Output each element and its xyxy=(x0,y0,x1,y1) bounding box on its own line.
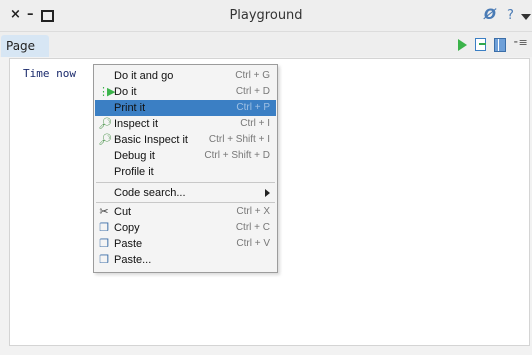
menu-item-label: Do it xyxy=(114,86,137,98)
play-icon[interactable] xyxy=(458,39,467,51)
doit-icon: ▶ xyxy=(98,86,115,98)
menu-item-profile-it[interactable]: Profile it xyxy=(95,164,276,180)
inspect-icon: 🔎︎ xyxy=(98,118,112,130)
menu-item-label: Inspect it xyxy=(114,118,159,130)
menu-item-shortcut: Ctrl + C xyxy=(235,222,270,233)
paste-icon: ❐ xyxy=(99,254,109,266)
menu-item-inspect-it[interactable]: 🔎︎ Inspect it Ctrl + I xyxy=(95,116,276,132)
menu-item-shortcut: Ctrl + Shift + I xyxy=(208,134,270,145)
menu-item-label: Copy xyxy=(114,222,140,234)
menu-item-label: Do it and go xyxy=(114,70,174,82)
title-bar[interactable]: × – Playground Ø ? xyxy=(0,0,532,32)
tab-page[interactable]: Page xyxy=(1,35,49,57)
menu-item-label: Profile it xyxy=(114,166,154,178)
menu-item-label: Basic Inspect it xyxy=(114,134,188,146)
menu-item-shortcut: Ctrl + G xyxy=(235,70,270,81)
menu-separator xyxy=(96,182,275,183)
menu-separator xyxy=(96,202,275,203)
playground-toolbar: ⁃≡ xyxy=(446,36,532,52)
menu-item-label: Code search... xyxy=(114,187,186,199)
context-menu: Do it and go Ctrl + G ▶ Do it Ctrl + D P… xyxy=(93,64,278,273)
menu-item-print-it[interactable]: Print it Ctrl + P xyxy=(95,100,276,116)
export-icon[interactable] xyxy=(475,38,486,51)
pin-icon[interactable]: Ø xyxy=(484,7,496,23)
menu-item-code-search[interactable]: Code search... xyxy=(95,185,276,201)
menu-item-copy[interactable]: ❐ Copy Ctrl + C xyxy=(95,220,276,236)
menu-item-shortcut: Ctrl + P xyxy=(236,102,270,113)
submenu-arrow-icon xyxy=(265,189,270,197)
menu-item-label: Cut xyxy=(114,206,132,218)
menu-item-label: Paste... xyxy=(114,254,152,266)
code-text[interactable]: Time now xyxy=(23,67,76,81)
window-title: Playground xyxy=(229,8,303,23)
menu-item-label: Paste xyxy=(114,238,143,250)
menu-item-label: Print it xyxy=(114,102,146,114)
paste-icon: ❐ xyxy=(99,238,109,250)
cut-icon: ✂ xyxy=(99,206,109,218)
menu-item-shortcut: Ctrl + X xyxy=(236,206,270,217)
help-icon[interactable]: ? xyxy=(507,8,514,23)
playground-window: × – Playground Ø ? Page ⁃≡ Time now Do i… xyxy=(0,0,532,355)
copy-icon: ❐ xyxy=(99,222,109,234)
columns-icon[interactable] xyxy=(494,38,506,52)
menu-item-shortcut: Ctrl + Shift + D xyxy=(204,150,270,161)
more-menu-icon[interactable]: ⁃≡ xyxy=(513,36,528,49)
menu-item-shortcut: Ctrl + I xyxy=(240,118,270,129)
menu-item-debug-it[interactable]: Debug it Ctrl + Shift + D xyxy=(95,148,276,164)
window-menu-icon[interactable] xyxy=(521,14,531,20)
menu-item-cut[interactable]: ✂ Cut Ctrl + X xyxy=(95,204,276,220)
menu-item-basic-inspect-it[interactable]: 🔎︎ Basic Inspect it Ctrl + Shift + I xyxy=(95,132,276,148)
menu-item-label: Debug it xyxy=(114,150,155,162)
menu-item-do-it[interactable]: ▶ Do it Ctrl + D xyxy=(95,84,276,100)
menu-item-paste[interactable]: ❐ Paste Ctrl + V xyxy=(95,236,276,252)
menu-item-shortcut: Ctrl + D xyxy=(235,86,270,97)
inspect-icon: 🔎︎ xyxy=(98,134,112,146)
menu-item-paste-ellipsis[interactable]: ❐ Paste... xyxy=(95,252,276,268)
menu-item-shortcut: Ctrl + V xyxy=(236,238,270,249)
menu-item-do-it-and-go[interactable]: Do it and go Ctrl + G xyxy=(95,68,276,84)
